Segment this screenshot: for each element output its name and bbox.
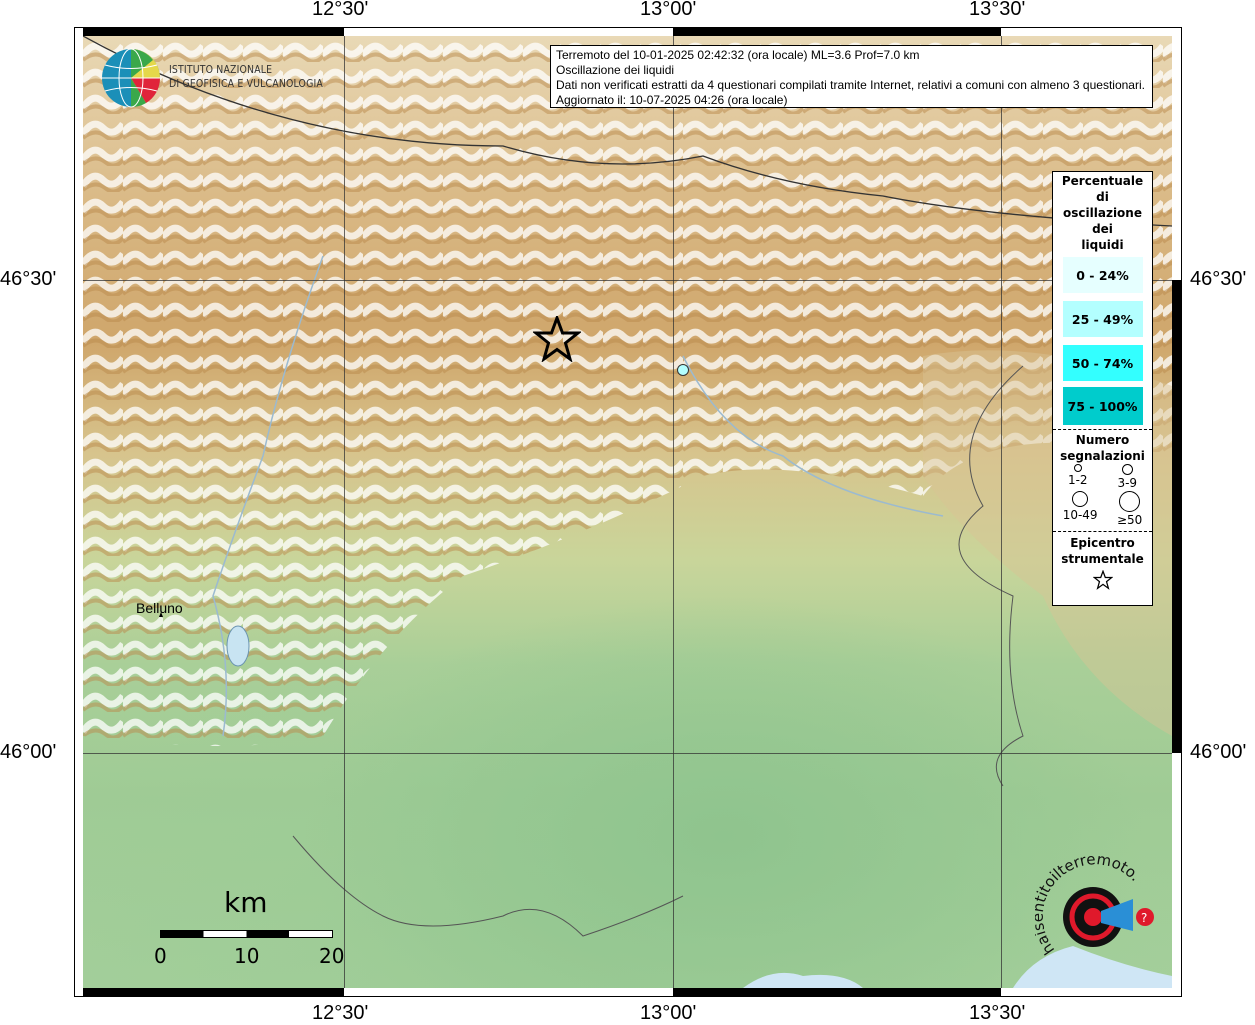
legend-count-title: segnalazioni [1060, 449, 1145, 463]
circle-icon [1119, 491, 1141, 512]
legend-epicenter-section: Epicentro strumentale [1053, 531, 1152, 594]
count-label: 1-2 [1067, 473, 1088, 487]
legend-class-0-24: 0 - 24% [1062, 257, 1143, 293]
legend-title-line: oscillazione [1063, 206, 1142, 220]
scale-bar [160, 930, 333, 938]
frame-bar [673, 28, 1001, 36]
svg-text:?: ? [1141, 911, 1147, 925]
parallel-46-30 [83, 280, 1172, 281]
count-3-9: 3-9 [1117, 464, 1137, 491]
count-label: 10-49 [1062, 508, 1098, 522]
terrain-relief [83, 36, 1172, 988]
haisentito-logo: ? haisentitoilterremoto.it [1035, 855, 1154, 958]
circle-icon [1073, 464, 1082, 472]
frame-bar [1172, 280, 1181, 753]
scale-label: 10 [234, 944, 260, 968]
tick-right: 46°00' [1190, 741, 1247, 763]
ingv-logo-globe [102, 48, 161, 108]
legend-class-50-74: 50 - 74% [1062, 345, 1143, 381]
meridian-13-00 [673, 36, 674, 988]
parallel-46-00 [83, 753, 1172, 754]
event-info-box: Terremoto del 10-01-2025 02:42:32 (ora l… [550, 45, 1153, 108]
scale-label: 0 [154, 944, 167, 968]
legend: Percentuale di oscillazione dei liquidi … [1052, 171, 1153, 606]
count-1-2: 1-2 [1068, 464, 1088, 491]
scale-label: 20 [319, 944, 345, 968]
count-symbols-row: 10-49 ≥50 [1053, 491, 1152, 528]
map-subject: Oscillazione dei liquidi [556, 63, 675, 77]
legend-title: Percentuale di oscillazione dei liquidi [1053, 173, 1152, 253]
city-marker-icon [159, 612, 163, 617]
frame-bar [673, 988, 1001, 996]
legend-class-25-49: 25 - 49% [1062, 301, 1143, 337]
tick-top: 13°30' [969, 0, 1026, 20]
tick-right: 46°30' [1190, 268, 1247, 290]
legend-title-line: Percentuale [1061, 174, 1144, 188]
tick-left: 46°00' [0, 741, 57, 763]
tick-top: 12°30' [312, 0, 369, 20]
circle-icon [1072, 491, 1089, 507]
legend-count-title: Numero [1075, 433, 1130, 447]
legend-epicenter-title: Epicentro [1070, 536, 1135, 550]
count-label: 3-9 [1117, 476, 1138, 490]
tick-bottom: 13°30' [969, 1002, 1026, 1024]
tick-top: 13°00' [640, 0, 697, 20]
legend-title-line: dei [1092, 222, 1113, 236]
frame-bar [83, 988, 344, 996]
epicenter-star-icon[interactable] [533, 316, 581, 362]
data-note: Dati non verificati estratti da 4 questi… [556, 78, 1145, 92]
observation-marker[interactable] [677, 364, 689, 376]
count-symbols-row: 1-2 3-9 [1053, 464, 1152, 491]
frame-bar [75, 280, 83, 753]
star-icon [1091, 569, 1114, 590]
ingv-name-line2: DI GEOFISICA E VULCANOLOGIA [169, 77, 324, 90]
tick-bottom: 13°00' [640, 1002, 697, 1024]
legend-title-line: liquidi [1081, 238, 1124, 252]
meridian-13-30 [1001, 36, 1002, 988]
frame-bar [83, 28, 344, 36]
meridian-12-30 [344, 36, 345, 988]
count-10-49: 10-49 [1063, 491, 1098, 528]
count-label: ≥50 [1116, 513, 1143, 527]
event-title: Terremoto del 10-01-2025 02:42:32 (ora l… [556, 48, 920, 62]
tick-left: 46°30' [0, 268, 57, 290]
legend-count-section: Numero segnalazioni 1-2 3-9 10-49 ≥50 [1053, 429, 1152, 528]
update-time: Aggiornato il: 10-07-2025 04:26 (ora loc… [556, 93, 788, 107]
count-50-plus: ≥50 [1117, 491, 1142, 528]
tick-bottom: 12°30' [312, 1002, 369, 1024]
ingv-logo-text: ISTITUTO NAZIONALE DI GEOFISICA E VULCAN… [169, 63, 323, 91]
legend-title-line: di [1096, 190, 1109, 204]
ingv-name-line1: ISTITUTO NAZIONALE [169, 63, 273, 76]
scale-unit: km [224, 886, 268, 919]
circle-icon [1121, 464, 1133, 475]
legend-epicenter-title: strumentale [1061, 552, 1144, 566]
legend-class-75-100: 75 - 100% [1062, 387, 1143, 425]
terrain-map[interactable] [83, 36, 1172, 988]
